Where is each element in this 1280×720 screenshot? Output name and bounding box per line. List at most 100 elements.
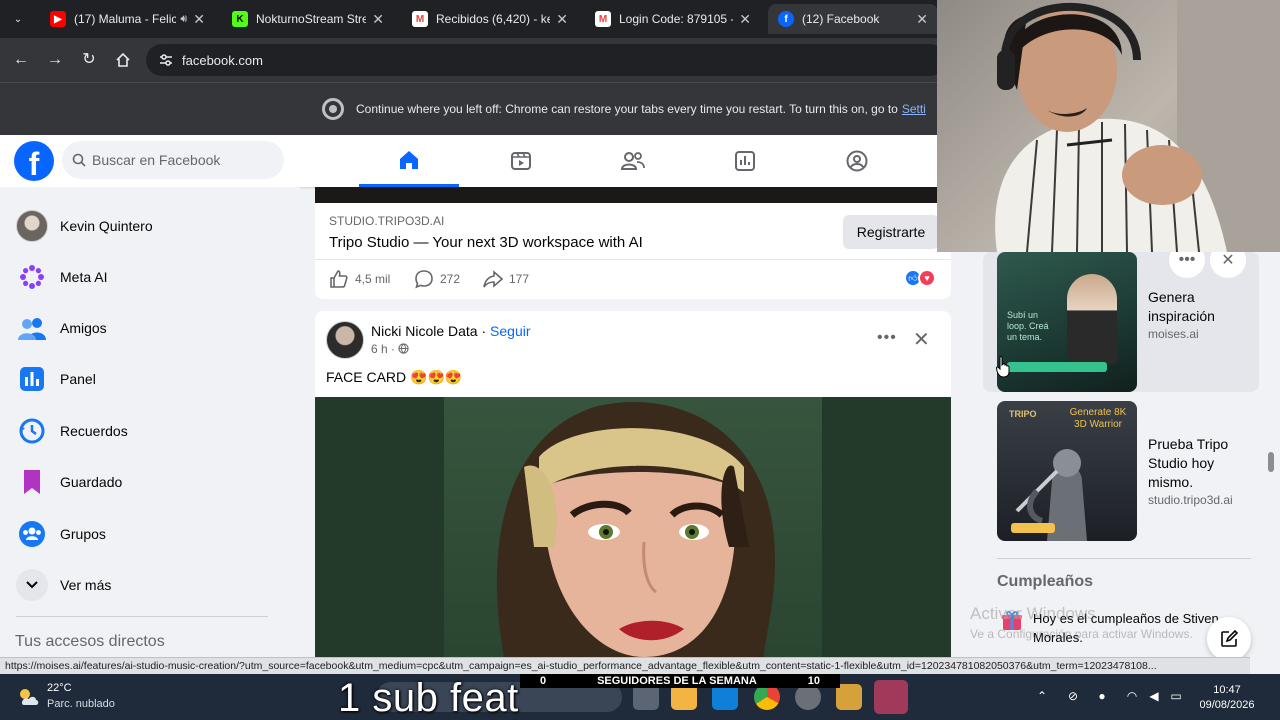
address-bar[interactable]: facebook.com [146,44,946,76]
close-icon[interactable]: ✕ [913,327,930,352]
back-icon[interactable]: ← [10,49,32,71]
close-icon[interactable]: ✕ [193,11,205,28]
post-timestamp[interactable]: 6 h · [371,342,409,356]
browser-tab-youtube[interactable]: ▶ (17) Maluma - Felic 🔊︎ ✕ [40,4,215,34]
sponsored-ad-moises[interactable]: Subí un loop. Creá un tema. Genera inspi… [983,242,1259,392]
register-button[interactable]: Registrarte [843,215,939,249]
more-options-icon[interactable]: ••• [877,329,897,347]
sidebar-item-friends[interactable]: Amigos [8,306,288,350]
active-app-icon[interactable] [874,680,908,714]
link-host[interactable]: STUDIO.TRIPO3D.AI [329,214,444,228]
weather-icon[interactable] [16,685,40,709]
nav-video[interactable] [471,135,571,187]
nav-dashboard[interactable] [695,135,795,187]
birthdays-heading: Cumpleaños [997,573,1094,590]
close-icon[interactable]: ✕ [916,11,928,28]
activate-windows-subtitle: Ve a Configuración para activar Windows. [970,627,1193,641]
avatar[interactable] [326,321,364,359]
sidebar-item-label: Grupos [60,526,106,542]
site-settings-icon[interactable] [158,52,174,68]
reload-icon[interactable]: ↻ [78,49,100,71]
reactions[interactable]: 👍︎ ♥ [904,269,936,287]
ad-thumbnail[interactable]: Subí un loop. Creá un tema. [997,252,1137,392]
sidebar-item-saved[interactable]: Guardado [8,460,288,504]
sidebar-item-label: Guardado [60,474,123,490]
browser-tab-facebook[interactable]: f (12) Facebook ✕ [768,4,938,34]
share-button[interactable]: 177 [483,269,529,289]
activate-windows-title: Activar Windows [970,604,1096,623]
wifi-icon[interactable]: ◠ [1124,688,1140,704]
sidebar-item-panel[interactable]: Panel [8,357,288,401]
search-input[interactable]: Buscar en Facebook [62,141,284,179]
ad-domain: studio.tripo3d.ai [1148,493,1233,507]
sidebar-item-label: Amigos [60,320,107,336]
follow-link[interactable]: Seguir [490,323,530,339]
link-headline[interactable]: Tripo Studio — Your next 3D workspace wi… [329,234,643,251]
shares-count: 177 [509,272,530,286]
chrome-icon [322,98,344,120]
stream-overlay-text: 1 sub feat [338,676,519,720]
edit-icon [1221,630,1238,647]
close-icon[interactable]: ✕ [372,11,384,28]
post-photo[interactable] [315,397,951,657]
post-image[interactable] [315,187,951,203]
sidebar-item-profile[interactable]: Kevin Quintero [8,204,288,248]
ad-thumbnail[interactable]: TRIPO Generate 8K 3D Warrior [997,401,1137,541]
browser-tab-gmail-inbox[interactable]: M Recibidos (6,420) - kete ✕ [402,4,578,34]
chevron-up-icon[interactable]: ⌃ [1034,688,1050,704]
new-message-button[interactable] [1207,617,1251,661]
tab-title: Login Code: 879105 - n [619,12,734,26]
webcam-overlay [937,0,1280,252]
sponsored-ad-tripo[interactable]: TRIPO Generate 8K 3D Warrior Prueba Trip… [983,401,1259,551]
home-icon[interactable] [112,49,134,71]
groups-icon [16,518,48,550]
microphone-icon[interactable]: ● [1094,688,1110,704]
sidebar-item-meta-ai[interactable]: Meta AI [8,255,288,299]
nav-home[interactable] [359,135,459,187]
browser-tab-gmail-login[interactable]: M Login Code: 879105 - n ✕ [585,4,761,34]
forward-icon[interactable]: → [44,49,66,71]
friends-icon [16,312,48,344]
sidebar-item-label: Panel [60,371,96,387]
author-name[interactable]: Nicki Nicole Data [371,323,478,339]
sidebar-item-label: Recuerdos [60,423,128,439]
close-icon[interactable]: ✕ [739,11,751,28]
browser-tab-kick[interactable]: K NokturnoStream Stream ✕ [222,4,394,34]
sidebar-item-groups[interactable]: Grupos [8,512,288,556]
comments-count: 272 [440,272,461,286]
weekly-followers-overlay: 0 SEGUIDORES DE LA SEMANA 10 [520,674,840,688]
settings-link[interactable]: Setti [902,102,926,116]
like-icon [330,270,348,288]
speaker-icon[interactable]: 🔊︎ [180,13,187,26]
like-button[interactable]: 4,5 mil [329,269,390,289]
battery-icon[interactable]: ▭ [1168,688,1184,704]
taskbar-clock[interactable]: 10:47 09/08/2026 [1190,683,1264,713]
ad-title[interactable]: Prueba Tripo Studio hoy mismo. [1148,435,1258,492]
comment-button[interactable]: 272 [414,269,460,289]
sidebar-item-memories[interactable]: Recuerdos [8,409,288,453]
gmail-icon: M [412,11,428,27]
divider [997,558,1251,559]
mic-off-icon[interactable]: ⊘ [1065,688,1081,704]
close-icon[interactable]: ✕ [556,11,568,28]
sidebar-item-see-more[interactable]: Ver más [8,563,288,607]
friends-icon [620,152,645,170]
chevron-down-icon [16,569,48,601]
ad-title[interactable]: Genera inspiración [1148,288,1258,326]
scrollbar[interactable] [1268,452,1274,472]
timestamp-text: 6 h · [371,342,396,356]
tab-title: Recibidos (6,420) - kete [436,12,551,26]
nav-friends[interactable] [583,135,683,187]
tab-search-icon[interactable]: ⌄ [8,10,28,30]
weather-description: Parc. nublado [47,698,115,710]
nav-gaming[interactable] [807,135,907,187]
weather-temperature: 22°C [47,682,72,694]
facebook-logo[interactable]: f [14,141,54,182]
photo-content [444,397,822,657]
hand-cursor-icon [996,356,1010,378]
address-text: facebook.com [182,52,263,68]
webcam-illustration [995,0,1280,252]
portrait-illustration [496,402,776,657]
volume-icon[interactable]: ◀ [1146,688,1162,704]
profile-circle-icon [846,150,868,172]
